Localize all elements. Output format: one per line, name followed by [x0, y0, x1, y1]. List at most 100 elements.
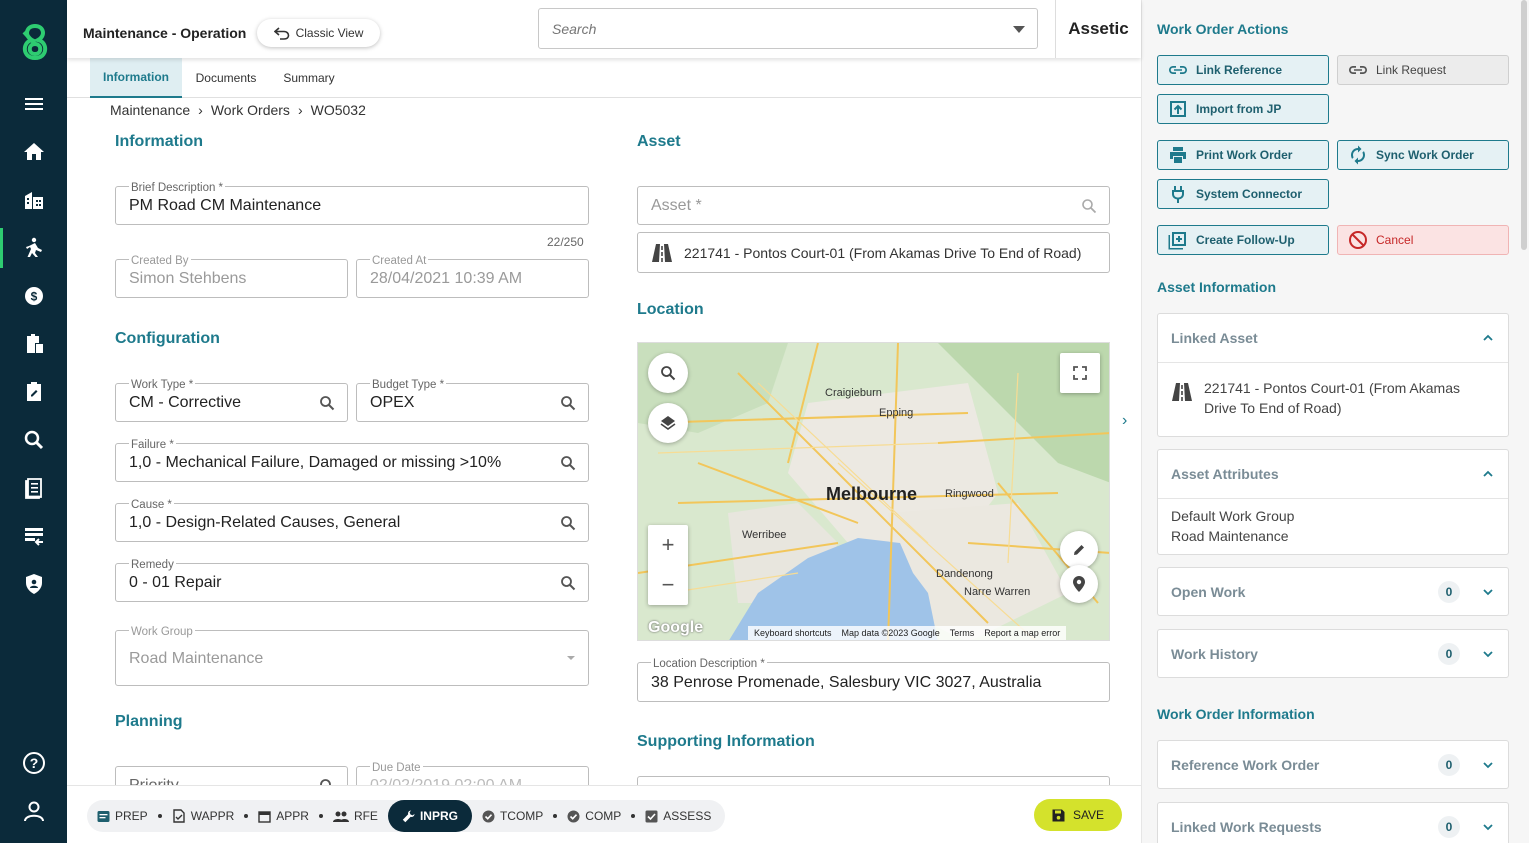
sync-work-order-label: Sync Work Order: [1376, 148, 1474, 162]
breadcrumb-work-orders[interactable]: Work Orders: [211, 102, 290, 118]
chevron-up-icon[interactable]: [1482, 332, 1494, 344]
buildings-icon[interactable]: [0, 180, 67, 220]
work-history-card[interactable]: Work History 0: [1157, 629, 1509, 678]
due-date-field[interactable]: Due Date 02/02/2019 02:00 AM: [356, 762, 589, 785]
location-map[interactable]: Melbourne Craigieburn Epping Ringwood We…: [637, 342, 1110, 641]
map-keyboard-shortcuts-link[interactable]: Keyboard shortcuts: [754, 628, 832, 638]
map-report-error-link[interactable]: Report a map error: [984, 628, 1060, 638]
step-assess[interactable]: ASSESS: [641, 800, 715, 832]
maintenance-worker-icon[interactable]: [0, 228, 67, 268]
user-profile-icon[interactable]: [0, 791, 67, 831]
chevron-up-icon[interactable]: [1482, 468, 1494, 480]
right-panel-scrollbar[interactable]: [1521, 0, 1527, 250]
reference-work-order-card[interactable]: Reference Work Order 0: [1157, 740, 1509, 789]
menu-icon[interactable]: [0, 84, 67, 124]
cancel-button[interactable]: Cancel: [1337, 225, 1509, 255]
link-reference-button[interactable]: Link Reference: [1157, 55, 1329, 85]
finance-icon[interactable]: $: [0, 276, 67, 316]
global-search[interactable]: [538, 8, 1038, 49]
fullscreen-icon: [1073, 366, 1087, 380]
linked-work-requests-card[interactable]: Linked Work Requests 0: [1157, 802, 1509, 843]
asset-search-field[interactable]: Asset *: [637, 186, 1110, 225]
chevron-down-icon[interactable]: [1482, 586, 1494, 598]
print-work-order-button[interactable]: Print Work Order: [1157, 140, 1329, 170]
system-connector-button[interactable]: System Connector: [1157, 179, 1329, 209]
step-appr[interactable]: APPR: [254, 800, 313, 832]
import-from-jp-button[interactable]: Import from JP: [1157, 94, 1329, 124]
linked-asset-header[interactable]: Linked Asset: [1171, 330, 1258, 346]
work-group-caret-icon: [567, 656, 575, 660]
information-section-title: Information: [115, 133, 203, 150]
open-work-card[interactable]: Open Work 0: [1157, 567, 1509, 616]
map-pin-button[interactable]: [1060, 565, 1098, 603]
step-wappr[interactable]: WAPPR: [168, 800, 239, 832]
step-label: COMP: [585, 809, 622, 823]
map-fullscreen-button[interactable]: [1060, 353, 1100, 393]
priority-search-icon[interactable]: [319, 778, 335, 785]
create-follow-up-button[interactable]: Create Follow-Up: [1157, 225, 1329, 255]
failure-field[interactable]: Failure * 1,0 - Mechanical Failure, Dama…: [115, 439, 589, 482]
chevron-down-icon[interactable]: [1482, 759, 1494, 771]
map-layers-button[interactable]: [648, 403, 688, 443]
zoom-out-button[interactable]: −: [648, 565, 688, 605]
tab-documents[interactable]: Documents: [182, 58, 270, 98]
tab-information[interactable]: Information: [90, 58, 182, 98]
linked-asset-text[interactable]: 221741 - Pontos Court-01 (From Akamas Dr…: [1204, 378, 1460, 418]
asset-search-icon[interactable]: [1081, 198, 1097, 214]
map-terms-link[interactable]: Terms: [950, 628, 975, 638]
status-stepper: PREP WAPPR APPR RFE INPRG TCOMP COMP ASS…: [87, 800, 726, 832]
link-request-button[interactable]: Link Request: [1337, 55, 1509, 85]
location-description-field[interactable]: Location Description * 38 Penrose Promen…: [637, 658, 1110, 702]
step-comp[interactable]: COMP: [563, 800, 625, 832]
work-type-field[interactable]: Work Type * CM - Corrective: [115, 379, 348, 422]
step-tcomp[interactable]: TCOMP: [478, 800, 547, 832]
remedy-search-icon[interactable]: [560, 575, 576, 591]
home-icon[interactable]: [0, 132, 67, 172]
remedy-field[interactable]: Remedy 0 - 01 Repair: [115, 559, 589, 602]
help-icon[interactable]: ?: [0, 743, 67, 783]
map-search-button[interactable]: [648, 353, 688, 393]
breadcrumb-maintenance[interactable]: Maintenance: [110, 102, 190, 118]
search-dropdown-caret-icon[interactable]: [1013, 26, 1025, 33]
search-icon[interactable]: [0, 420, 67, 460]
cause-search-icon[interactable]: [560, 515, 576, 531]
step-inprg[interactable]: INPRG: [387, 800, 472, 832]
documents-icon[interactable]: [0, 468, 67, 508]
map-edit-button[interactable]: [1060, 531, 1098, 569]
cause-field[interactable]: Cause * 1,0 - Design-Related Causes, Gen…: [115, 499, 589, 542]
map-search-icon: [661, 366, 676, 381]
import-list-icon[interactable]: [0, 516, 67, 556]
tab-summary[interactable]: Summary: [270, 58, 348, 98]
reference-count-badge: 0: [1438, 754, 1460, 776]
classic-view-button[interactable]: Classic View: [257, 19, 380, 47]
asset-attributes-header[interactable]: Asset Attributes: [1171, 466, 1279, 482]
failure-search-icon[interactable]: [560, 455, 576, 471]
assessment-icon[interactable]: [0, 372, 67, 412]
collapse-panel-chevron-icon[interactable]: ›: [1122, 412, 1138, 432]
sync-work-order-button[interactable]: Sync Work Order: [1337, 140, 1509, 170]
floppy-disk-icon: [1052, 809, 1065, 821]
work-type-search-icon[interactable]: [319, 395, 335, 411]
card-divider: [1158, 498, 1508, 499]
budget-type-search-icon[interactable]: [560, 395, 576, 411]
chevron-down-icon[interactable]: [1482, 648, 1494, 660]
search-input[interactable]: [552, 21, 992, 37]
step-prep[interactable]: PREP: [93, 800, 152, 832]
zoom-in-button[interactable]: +: [648, 525, 688, 565]
priority-field[interactable]: Priority: [115, 766, 348, 785]
step-rfe[interactable]: RFE: [329, 800, 382, 832]
save-button[interactable]: SAVE: [1034, 799, 1122, 831]
selected-asset-chip[interactable]: 221741 - Pontos Court-01 (From Akamas Dr…: [637, 232, 1110, 273]
supporting-info-field[interactable]: [637, 776, 1110, 785]
chevron-down-icon[interactable]: [1482, 821, 1494, 833]
import-from-jp-label: Import from JP: [1196, 102, 1282, 116]
map-suburb-label: Narre Warren: [964, 586, 1031, 598]
configuration-section-title: Configuration: [115, 330, 220, 347]
brief-description-field[interactable]: Brief Description * PM Road CM Maintenan…: [115, 182, 589, 225]
budget-type-field[interactable]: Budget Type * OPEX: [356, 379, 589, 422]
clipboard-building-icon[interactable]: [0, 324, 67, 364]
created-by-value: Simon Stehbens: [129, 270, 247, 287]
security-shield-icon[interactable]: [0, 564, 67, 604]
sync-icon: [1351, 145, 1365, 165]
app-logo[interactable]: [18, 22, 52, 62]
